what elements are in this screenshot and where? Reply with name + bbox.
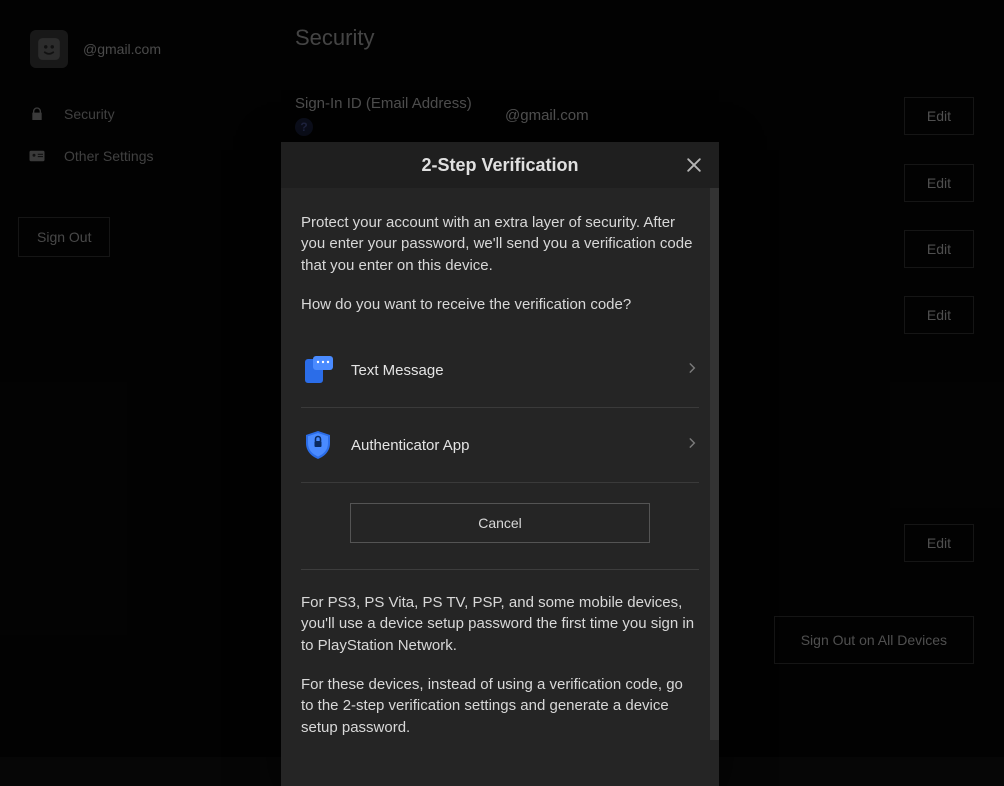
modal-title: 2-Step Verification <box>421 155 578 176</box>
option-label: Text Message <box>351 362 685 379</box>
scrollbar[interactable] <box>710 180 719 740</box>
chevron-right-icon <box>685 436 699 455</box>
option-authenticator[interactable]: Authenticator App <box>301 408 699 483</box>
shield-icon <box>301 428 335 462</box>
text-message-icon <box>301 353 335 387</box>
divider <box>301 569 699 570</box>
option-label: Authenticator App <box>351 437 685 454</box>
option-text-message[interactable]: Text Message <box>301 333 699 408</box>
close-icon[interactable] <box>681 152 707 178</box>
modal-intro: Protect your account with an extra layer… <box>301 212 699 315</box>
modal-header: 2-Step Verification <box>281 142 719 188</box>
cancel-button[interactable]: Cancel <box>350 503 650 543</box>
two-step-modal: 2-Step Verification Protect your account… <box>281 142 719 786</box>
chevron-right-icon <box>685 361 699 380</box>
modal-body: Protect your account with an extra layer… <box>281 188 719 786</box>
modal-footer-text: For PS3, PS Vita, PS TV, PSP, and some m… <box>301 592 699 738</box>
